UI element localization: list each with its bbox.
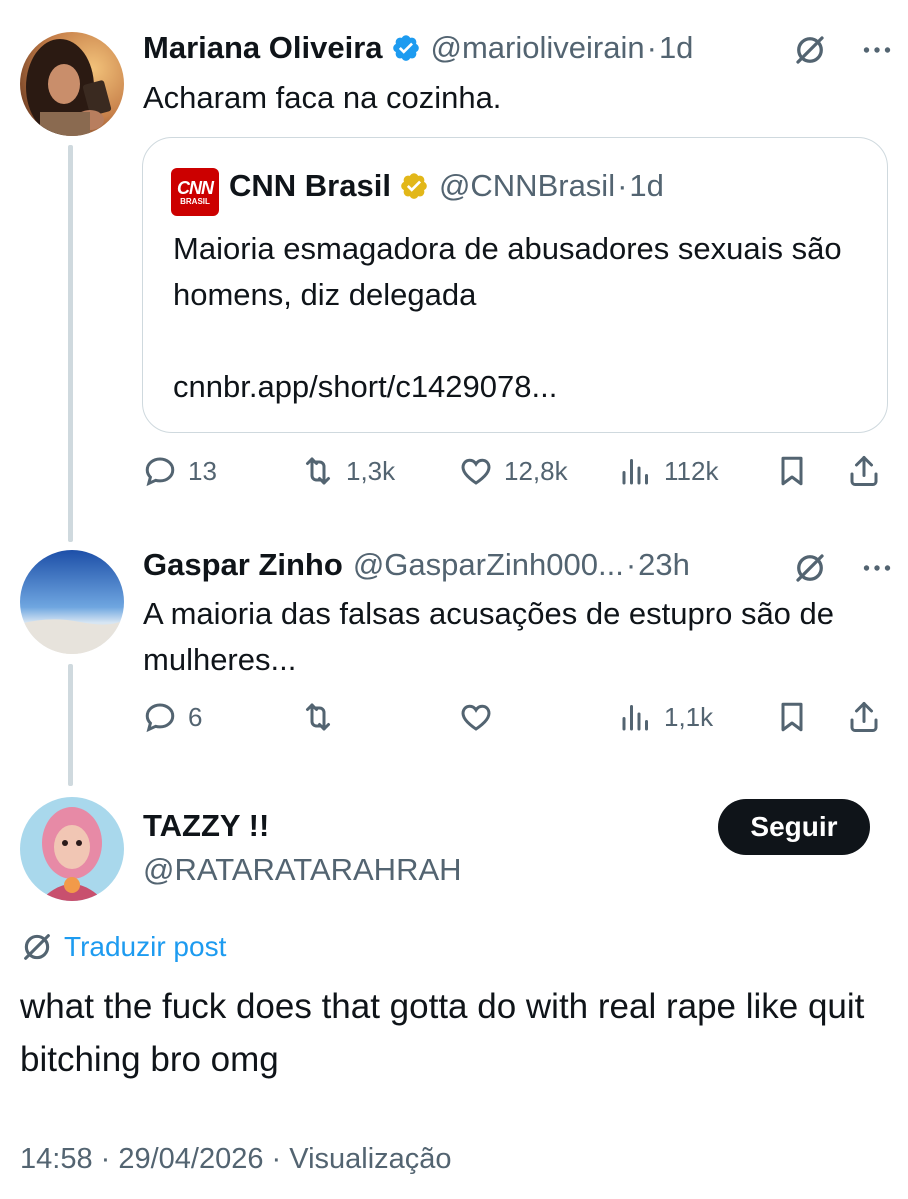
reply-count: 13: [188, 455, 217, 486]
views-count: 112k: [664, 455, 719, 486]
quote-author-name: CNN Brasil: [229, 168, 391, 203]
reply-icon: [142, 699, 178, 735]
verified-icon: [391, 33, 421, 63]
repost-count: 1,3k: [346, 455, 396, 486]
views-icon: [618, 453, 654, 489]
reply-icon: [142, 453, 178, 489]
thread-line: [68, 664, 73, 786]
author-handle[interactable]: @marioliveirain: [431, 30, 645, 66]
like-icon: [458, 453, 494, 489]
repost-icon: [300, 453, 336, 489]
translate-icon: [20, 930, 54, 964]
tweet-text: what the fuck does that gotta do with re…: [20, 987, 865, 1079]
avatar-mariana[interactable]: [20, 32, 124, 136]
more-icon[interactable]: [858, 32, 896, 68]
author-name[interactable]: TAZZY !!: [143, 808, 269, 844]
bookmark-button[interactable]: [774, 699, 810, 735]
translate-post-link[interactable]: Traduzir post: [64, 931, 226, 963]
translate-post[interactable]: Traduzir post: [20, 930, 226, 964]
share-button[interactable]: [846, 453, 882, 489]
repost-button[interactable]: [300, 699, 336, 735]
views-count: 1,1k: [664, 701, 714, 732]
like-icon: [458, 699, 494, 735]
tweet-time[interactable]: 23h: [638, 547, 690, 583]
views-button[interactable]: 1,1k: [618, 699, 713, 735]
author-handle[interactable]: @RATARATARAHRAH: [143, 852, 462, 888]
avatar-gaspar[interactable]: [20, 550, 124, 654]
author-handle[interactable]: @GasparZinh000...: [353, 547, 624, 583]
bookmark-button[interactable]: [774, 453, 810, 489]
quote-text: Maioria esmagadora de abusadores sexuais…: [173, 226, 873, 410]
like-button[interactable]: [458, 699, 494, 735]
avatar-tazzy[interactable]: [20, 797, 124, 901]
tweet-timestamp[interactable]: 14:58 · 29/04/2026 · Visualização: [20, 1143, 452, 1176]
reply-button[interactable]: 6: [142, 699, 202, 735]
reply-count: 6: [188, 701, 203, 732]
views-icon: [618, 699, 654, 735]
cnn-logo: CNN BRASIL: [171, 168, 219, 216]
quote-author-handle: @CNNBrasil: [438, 168, 616, 203]
views-button[interactable]: 112k: [618, 453, 718, 489]
tweet-time[interactable]: 1d: [659, 30, 693, 66]
tweet-text: A maioria das falsas acusações de estupr…: [143, 596, 835, 677]
share-button[interactable]: [846, 699, 882, 735]
author-name[interactable]: Gaspar Zinho: [143, 547, 343, 583]
author-name[interactable]: Mariana Oliveira: [143, 30, 383, 66]
reply-button[interactable]: 13: [142, 453, 217, 489]
share-icon: [846, 453, 882, 489]
follow-button[interactable]: Seguir: [718, 799, 870, 855]
bookmark-icon: [774, 453, 810, 489]
like-count: 12,8k: [504, 455, 568, 486]
tweet-actions: 13 1,3k 12,8k 112k: [142, 453, 887, 493]
bookmark-icon: [774, 699, 810, 735]
quote-link[interactable]: cnnbr.app/short/c1429078...: [173, 364, 873, 410]
tweet-actions: 6 1,1k: [142, 699, 887, 739]
quote-time: 1d: [629, 168, 664, 203]
tweet-text: Acharam faca na cozinha.: [143, 80, 502, 115]
repost-button[interactable]: 1,3k: [300, 453, 395, 489]
quoted-tweet[interactable]: CNN BRASIL CNN Brasil @CNNBrasil · 1d Ma…: [142, 137, 888, 433]
verified-icon: [399, 171, 429, 201]
translate-icon[interactable]: [792, 550, 828, 586]
translate-icon[interactable]: [792, 32, 828, 68]
like-button[interactable]: 12,8k: [458, 453, 568, 489]
thread-line: [68, 145, 73, 542]
share-icon: [846, 699, 882, 735]
repost-icon: [300, 699, 336, 735]
more-icon[interactable]: [858, 550, 896, 586]
